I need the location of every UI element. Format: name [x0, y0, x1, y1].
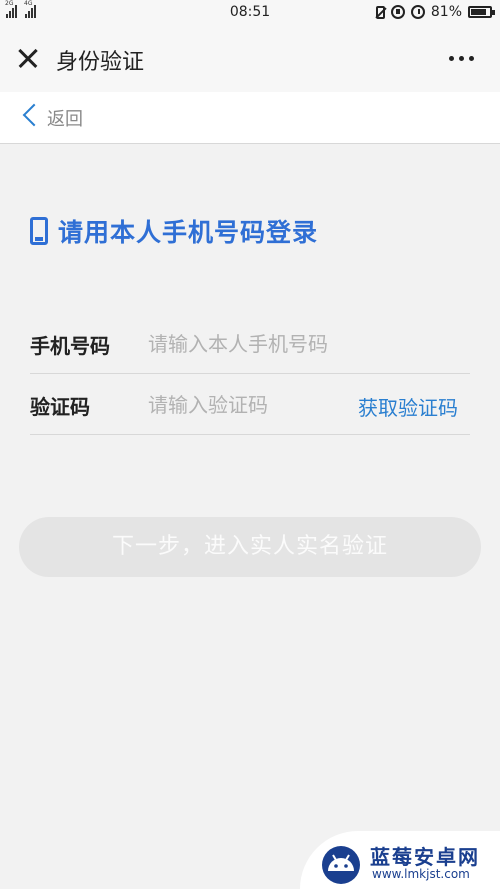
- watermark-title: 蓝莓安卓网: [370, 845, 480, 869]
- login-heading-text: 请用本人手机号码登录: [58, 218, 319, 247]
- battery-icon: [468, 6, 495, 18]
- back-button[interactable]: 返回: [0, 92, 500, 144]
- phone-label: 手机号码: [30, 334, 110, 358]
- next-step-button[interactable]: 下一步，进入实人实名验证: [19, 517, 481, 577]
- back-label: 返回: [47, 109, 83, 130]
- more-dots-icon[interactable]: [449, 56, 474, 61]
- android-logo-icon: [318, 841, 364, 885]
- data-saver-icon: [390, 5, 405, 19]
- phone-icon: [30, 217, 48, 245]
- login-heading: 请用本人手机号码登录: [30, 213, 318, 249]
- get-code-button[interactable]: 获取验证码: [358, 392, 458, 421]
- vibrate-icon: [375, 5, 385, 19]
- phone-input[interactable]: [148, 328, 468, 360]
- code-row: 验证码 获取验证码: [30, 375, 470, 435]
- phone-row: 手机号码: [30, 314, 470, 374]
- watermark-url: www.lmkjst.com: [372, 867, 470, 881]
- alarm-icon: [410, 5, 425, 19]
- status-icons: 81%: [375, 4, 495, 20]
- code-input[interactable]: [148, 389, 338, 421]
- page-title: 身份验证: [56, 50, 145, 75]
- close-icon[interactable]: [14, 45, 42, 73]
- title-bar: 身份验证: [0, 26, 500, 92]
- watermark: 蓝莓安卓网 www.lmkjst.com: [300, 831, 500, 889]
- chevron-left-icon: [22, 103, 46, 127]
- status-bar: 2G 4G 08:51 81%: [0, 0, 500, 26]
- battery-level-fill: [471, 9, 486, 15]
- battery-percent: 81%: [430, 4, 462, 20]
- code-label: 验证码: [30, 395, 90, 419]
